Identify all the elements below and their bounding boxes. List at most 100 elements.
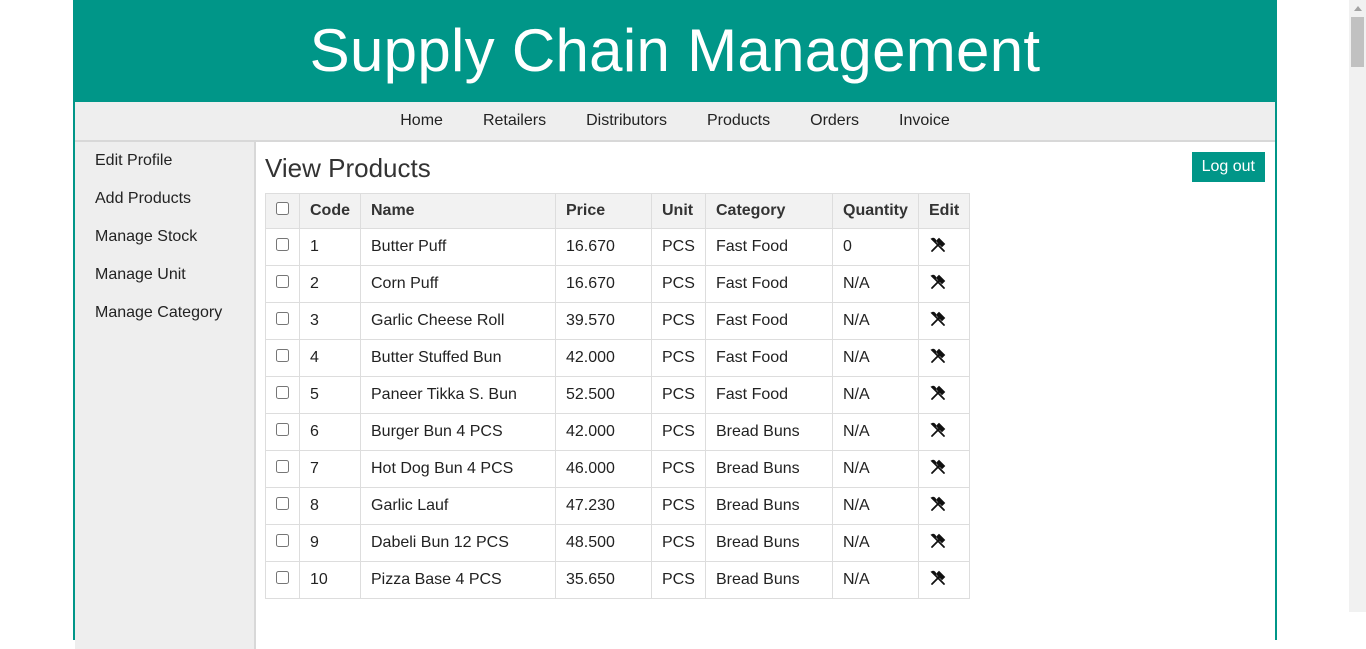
cell-name: Garlic Cheese Roll <box>360 302 556 340</box>
sidebar-item-manage-unit[interactable]: Manage Unit <box>75 263 254 301</box>
cell-edit <box>917 302 971 340</box>
row-checkbox[interactable] <box>276 312 289 325</box>
table-row: 1 Butter Puff 16.670 PCS Fast Food 0 <box>265 228 971 266</box>
cell-name: Paneer Tikka S. Bun <box>360 376 556 414</box>
page-title: View Products <box>265 153 431 183</box>
cell-code: 8 <box>299 487 361 525</box>
content-area: Edit Profile Add Products Manage Stock M… <box>75 142 1275 649</box>
row-checkbox[interactable] <box>276 460 289 473</box>
cell-unit: PCS <box>651 302 706 340</box>
scrollbar-thumb[interactable] <box>1351 17 1364 67</box>
cell-code: 6 <box>299 413 361 451</box>
column-header-quantity: Quantity <box>832 193 919 229</box>
cell-unit: PCS <box>651 561 706 599</box>
tools-icon[interactable] <box>929 569 947 587</box>
nav-invoice[interactable]: Invoice <box>879 102 970 140</box>
cell-edit <box>917 265 971 303</box>
cell-price: 52.500 <box>555 376 652 414</box>
tools-icon[interactable] <box>929 384 947 402</box>
page-wrapper: Supply Chain Management Home Retailers D… <box>73 0 1277 649</box>
cell-unit: PCS <box>651 524 706 562</box>
vertical-scrollbar[interactable] <box>1349 0 1366 612</box>
cell-name: Hot Dog Bun 4 PCS <box>360 450 556 488</box>
cell-price: 39.570 <box>555 302 652 340</box>
nav-products[interactable]: Products <box>687 102 790 140</box>
tools-icon[interactable] <box>929 532 947 550</box>
tools-icon[interactable] <box>929 310 947 328</box>
row-checkbox[interactable] <box>276 534 289 547</box>
cell-unit: PCS <box>651 339 706 377</box>
cell-quantity: N/A <box>832 413 919 451</box>
tools-icon[interactable] <box>929 421 947 439</box>
table-row: 6 Burger Bun 4 PCS 42.000 PCS Bread Buns N/A <box>265 413 971 451</box>
cell-code: 7 <box>299 450 361 488</box>
cell-category: Fast Food <box>705 376 833 414</box>
cell-category: Bread Buns <box>705 450 833 488</box>
site-title: Supply Chain Management <box>309 17 1041 84</box>
row-checkbox[interactable] <box>276 497 289 510</box>
cell-edit <box>917 413 971 451</box>
cell-unit: PCS <box>651 413 706 451</box>
cell-category: Bread Buns <box>705 487 833 525</box>
sidebar-item-edit-profile[interactable]: Edit Profile <box>75 149 254 187</box>
tools-icon[interactable] <box>929 236 947 254</box>
cell-edit <box>917 376 971 414</box>
nav-distributors[interactable]: Distributors <box>566 102 687 140</box>
column-header-category: Category <box>705 193 833 229</box>
row-checkbox[interactable] <box>276 349 289 362</box>
row-checkbox-cell <box>265 450 300 488</box>
row-checkbox-cell <box>265 339 300 377</box>
sidebar-item-add-products[interactable]: Add Products <box>75 187 254 225</box>
cell-unit: PCS <box>651 228 706 266</box>
table-row: 9 Dabeli Bun 12 PCS 48.500 PCS Bread Buns N/A <box>265 524 971 562</box>
nav-orders[interactable]: Orders <box>790 102 879 140</box>
cell-quantity: 0 <box>832 228 919 266</box>
table-row: 10 Pizza Base 4 PCS 35.650 PCS Bread Buns N/A <box>265 561 971 599</box>
cell-name: Butter Puff <box>360 228 556 266</box>
column-header-name: Name <box>360 193 556 229</box>
nav-retailers[interactable]: Retailers <box>463 102 566 140</box>
cell-quantity: N/A <box>832 487 919 525</box>
sidebar-item-manage-stock[interactable]: Manage Stock <box>75 225 254 263</box>
column-header-price: Price <box>555 193 652 229</box>
row-checkbox[interactable] <box>276 238 289 251</box>
tools-icon[interactable] <box>929 458 947 476</box>
row-checkbox[interactable] <box>276 423 289 436</box>
row-checkbox[interactable] <box>276 275 289 288</box>
cell-price: 46.000 <box>555 450 652 488</box>
cell-category: Fast Food <box>705 339 833 377</box>
cell-code: 9 <box>299 524 361 562</box>
logout-button[interactable]: Log out <box>1191 152 1265 182</box>
row-checkbox[interactable] <box>276 386 289 399</box>
row-checkbox[interactable] <box>276 571 289 584</box>
nav-home[interactable]: Home <box>380 102 463 140</box>
row-checkbox-cell <box>265 376 300 414</box>
cell-name: Dabeli Bun 12 PCS <box>360 524 556 562</box>
cell-code: 5 <box>299 376 361 414</box>
tools-icon[interactable] <box>929 347 947 365</box>
tools-icon[interactable] <box>929 273 947 291</box>
cell-name: Pizza Base 4 PCS <box>360 561 556 599</box>
cell-edit <box>917 228 971 266</box>
cell-quantity: N/A <box>832 265 919 303</box>
cell-price: 16.670 <box>555 265 652 303</box>
cell-edit <box>917 524 971 562</box>
table-row: 7 Hot Dog Bun 4 PCS 46.000 PCS Bread Buns N/A <box>265 450 971 488</box>
cell-quantity: N/A <box>832 302 919 340</box>
cell-category: Fast Food <box>705 302 833 340</box>
row-checkbox-cell <box>265 487 300 525</box>
cell-price: 35.650 <box>555 561 652 599</box>
table-row: 4 Butter Stuffed Bun 42.000 PCS Fast Food N/A <box>265 339 971 377</box>
cell-quantity: N/A <box>832 524 919 562</box>
sidebar-item-manage-category[interactable]: Manage Category <box>75 301 254 339</box>
select-all-checkbox[interactable] <box>276 202 289 215</box>
top-nav: Home Retailers Distributors Products Ord… <box>75 102 1275 142</box>
cell-price: 48.500 <box>555 524 652 562</box>
cell-price: 42.000 <box>555 339 652 377</box>
scroll-up-arrow-icon[interactable] <box>1349 0 1366 17</box>
tools-icon[interactable] <box>929 495 947 513</box>
row-checkbox-cell <box>265 561 300 599</box>
cell-category: Bread Buns <box>705 561 833 599</box>
table-row: 5 Paneer Tikka S. Bun 52.500 PCS Fast Food N/… <box>265 376 971 414</box>
cell-name: Burger Bun 4 PCS <box>360 413 556 451</box>
